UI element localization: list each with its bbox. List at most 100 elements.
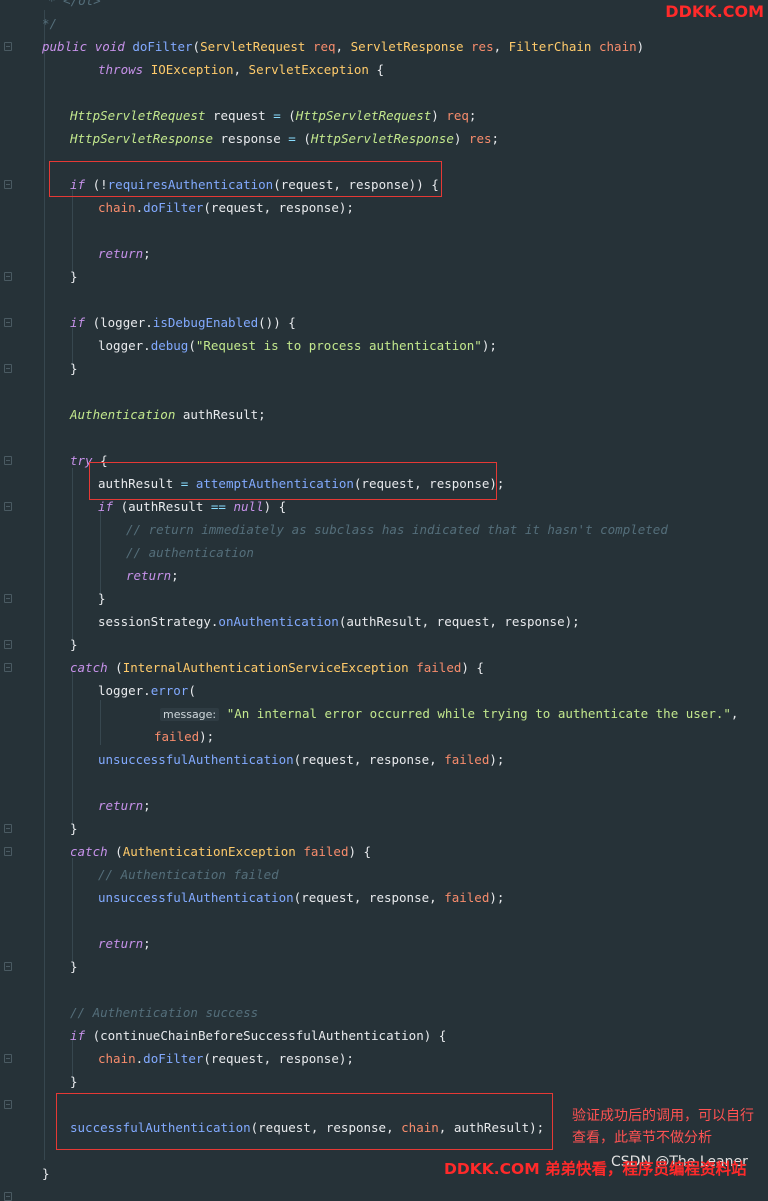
code-token: return (98, 798, 144, 813)
fold-marker-icon[interactable] (4, 364, 12, 373)
code-token: if (70, 315, 86, 330)
code-token: = (273, 108, 281, 123)
code-line: } (70, 1070, 78, 1093)
code-line: } (98, 587, 106, 610)
code-line: if (logger.isDebugEnabled()) { (70, 311, 296, 334)
code-token: HttpServletRequest (295, 108, 432, 123)
code-token: AuthenticationException (122, 844, 296, 859)
code-token: (request, response, (293, 752, 445, 767)
code-token: (request, response, (293, 890, 445, 905)
code-line: return; (98, 932, 151, 955)
fold-marker-icon[interactable] (4, 640, 12, 649)
code-token: failed (444, 890, 490, 905)
code-line: return; (98, 794, 151, 817)
code-line: } (42, 1162, 50, 1185)
code-line: throws IOException, ServletException { (98, 58, 384, 81)
code-token: ) (636, 39, 645, 54)
code-token: (continueChainBeforeSuccessfulAuthentica… (85, 1028, 447, 1043)
code-token: return (98, 246, 144, 261)
code-token: ) { (348, 844, 372, 859)
code-token: (logger. (85, 315, 153, 330)
code-token: HttpServletResponse (70, 131, 213, 146)
code-token: authResult; (175, 407, 266, 422)
code-line: unsuccessfulAuthentication(request, resp… (98, 886, 504, 909)
code-line: message: "An internal error occurred whi… (160, 702, 738, 725)
code-token: chain (98, 200, 136, 215)
indent-guide (44, 10, 45, 1160)
code-token: req (312, 39, 336, 54)
code-token: ; (143, 798, 151, 813)
code-token: (authResult (113, 499, 211, 514)
code-line: logger.debug("Request is to process auth… (98, 334, 497, 357)
code-token: unsuccessfulAuthentication (98, 752, 294, 767)
code-token: "An internal error occurred while trying… (226, 706, 731, 721)
code-token: (request, response); (203, 200, 354, 215)
code-token: ( (295, 131, 311, 146)
code-token: ( (192, 39, 201, 54)
code-token: } (70, 361, 78, 376)
code-token: isDebugEnabled (152, 315, 259, 330)
code-token: ); (199, 729, 215, 744)
fold-marker-icon[interactable] (4, 962, 12, 971)
fold-marker-icon[interactable] (4, 594, 12, 603)
fold-marker-icon[interactable] (4, 272, 12, 281)
fold-marker-icon[interactable] (4, 847, 12, 856)
fold-marker-icon[interactable] (4, 456, 12, 465)
code-line: HttpServletResponse response = (HttpServ… (70, 127, 499, 150)
code-token: public (42, 39, 88, 54)
code-token: (authResult, request, response); (338, 614, 580, 629)
code-line: if (continueChainBeforeSuccessfulAuthent… (70, 1024, 446, 1047)
code-line: return; (98, 242, 151, 265)
fold-marker-icon[interactable] (4, 1054, 12, 1063)
code-token: error (150, 683, 189, 698)
code-token: if (98, 499, 114, 514)
code-token: request (205, 108, 274, 123)
code-token: req (446, 108, 469, 123)
code-token: IOException (150, 62, 234, 77)
code-token: failed (303, 844, 349, 859)
code-token: catch (70, 660, 108, 675)
code-line: chain.doFilter(request, response); (98, 196, 354, 219)
code-token: , (335, 39, 351, 54)
highlight-box-successful-authentication (56, 1093, 553, 1150)
code-line: * </ol> (48, 0, 101, 12)
fold-marker-icon[interactable] (4, 42, 12, 51)
code-token: onAuthentication (218, 614, 339, 629)
code-token: } (70, 959, 78, 974)
indent-guide (72, 672, 73, 828)
fold-marker-icon[interactable] (4, 824, 12, 833)
indent-guide (100, 510, 101, 598)
code-line: catch (AuthenticationException failed) { (70, 840, 371, 863)
code-token: ( (107, 660, 123, 675)
fold-marker-icon[interactable] (4, 502, 12, 511)
code-line: catch (InternalAuthenticationServiceExce… (70, 656, 484, 679)
code-token: ()) { (258, 315, 296, 330)
fold-marker-icon[interactable] (4, 1100, 12, 1109)
code-token: = (288, 131, 296, 146)
code-token: res (468, 131, 492, 146)
code-line: } (70, 955, 78, 978)
code-token: if (70, 1028, 86, 1043)
code-token: InternalAuthenticationServiceException (122, 660, 409, 675)
code-line: // Authentication success (70, 1001, 258, 1024)
fold-marker-icon[interactable] (4, 1192, 12, 1201)
fold-marker-icon[interactable] (4, 318, 12, 327)
code-line: return; (126, 564, 179, 587)
code-line: */ (42, 12, 57, 35)
fold-marker-icon[interactable] (4, 663, 12, 672)
code-token: ; (171, 568, 179, 583)
code-token: ServletException (248, 62, 369, 77)
code-token: null (233, 499, 264, 514)
code-token: } (98, 591, 106, 606)
code-token: HttpServletRequest (70, 108, 206, 123)
code-token: return (126, 568, 172, 583)
code-token: chain (599, 39, 637, 54)
fold-marker-icon[interactable] (4, 180, 12, 189)
code-token: chain (98, 1051, 136, 1066)
code-token: HttpServletResponse (310, 131, 454, 146)
code-token: { (368, 62, 385, 77)
code-token: , (233, 62, 249, 77)
